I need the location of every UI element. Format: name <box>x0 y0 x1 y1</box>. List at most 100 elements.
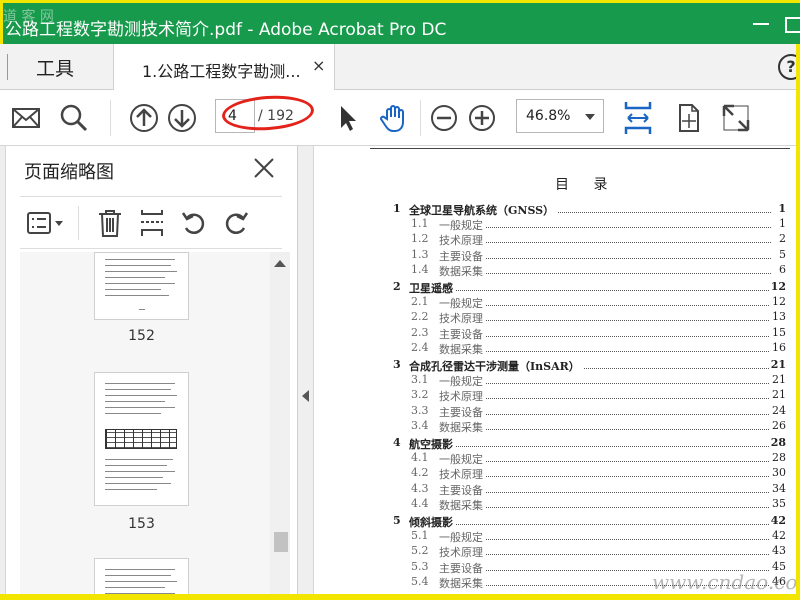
toc-section-row[interactable]: 4.2 技术原理 30 <box>315 466 800 483</box>
toc-number: 2.3 <box>411 325 429 339</box>
toc-section-row[interactable]: 5.1 一般规定 42 <box>315 529 800 546</box>
sidebar-collapse-handle[interactable] <box>298 146 314 600</box>
toc-leader-dots <box>439 398 771 400</box>
frame-border-bottom <box>0 594 800 600</box>
toc-number: 5 <box>393 514 401 527</box>
toc-page: 12 <box>770 295 786 309</box>
toc-chapter-row[interactable]: 3 合成孔径雷达干涉测量（InSAR） 21 <box>315 358 800 374</box>
cursor-arrow-icon[interactable] <box>332 102 364 134</box>
toc-number: 1.2 <box>411 232 429 246</box>
toc-leader-dots <box>409 290 771 291</box>
scroll-up-icon[interactable] <box>274 260 286 267</box>
thumbnail-list: 152 153 <box>20 252 270 600</box>
toc-section-row[interactable]: 2.1 一般规定 12 <box>315 295 800 312</box>
fullscreen-icon[interactable] <box>720 102 752 134</box>
toc-text: 技术原理 <box>439 466 486 483</box>
toc-leader-dots <box>439 227 771 229</box>
zoom-select[interactable]: 46.8% <box>516 99 604 133</box>
toc-number: 3 <box>393 358 401 371</box>
scroll-thumb[interactable] <box>274 532 288 552</box>
toc-leader-dots <box>439 491 771 493</box>
toc-number: 4 <box>393 436 401 449</box>
toc-section-row[interactable]: 2.4 数据采集 16 <box>315 340 800 357</box>
toc-section-row[interactable]: 1.4 数据采集 6 <box>315 262 800 279</box>
toc-text: 技术原理 <box>439 232 486 249</box>
toc-section-row[interactable]: 1.3 主要设备 5 <box>315 247 800 264</box>
app-window: 道 客 网 公路工程数字勘测技术简介.pdf - Adobe Acrobat P… <box>0 0 800 600</box>
toc-section-row[interactable]: 2.2 技术原理 13 <box>315 310 800 327</box>
toc-chapter-row[interactable]: 5 倾斜摄影 42 <box>315 514 800 530</box>
zoom-out-icon[interactable] <box>428 102 460 134</box>
arrow-up-circle-icon[interactable] <box>128 102 160 134</box>
toc-text: 技术原理 <box>439 544 486 561</box>
tab-bar: 工具 1.公路工程数字勘测... × ? <box>0 44 800 90</box>
toc-page: 43 <box>770 544 786 558</box>
toc-page: 28 <box>768 436 786 449</box>
toc-section-row[interactable]: 3.4 数据采集 26 <box>315 418 800 435</box>
sidebar-divider <box>20 196 282 197</box>
toc-leader-dots <box>439 554 771 556</box>
toc-number: 3.4 <box>411 418 429 432</box>
sidebar-scrollbar[interactable] <box>270 252 290 600</box>
toc-section-row[interactable]: 4.3 主要设备 34 <box>315 481 800 498</box>
toc-text: 卫星遥感 <box>409 280 456 296</box>
minimize-button[interactable] <box>751 13 771 33</box>
toc-section-row[interactable]: 2.3 主要设备 15 <box>315 325 800 342</box>
sidebar-title: 页面缩略图 <box>24 162 114 183</box>
sidebar-divider <box>20 248 282 249</box>
toc-leader-dots <box>439 461 771 463</box>
toc-text: 主要设备 <box>439 325 486 342</box>
toc-section-row[interactable]: 3.3 主要设备 24 <box>315 403 800 420</box>
toc-number: 1.4 <box>411 262 429 276</box>
toc-section-row[interactable]: 5.2 技术原理 43 <box>315 544 800 561</box>
toc-leader-dots <box>439 272 771 274</box>
tab-home-edge[interactable] <box>0 54 8 80</box>
thumbnail-label: 152 <box>128 328 155 344</box>
page-thumbnail-152[interactable] <box>94 252 189 320</box>
trash-icon[interactable] <box>96 208 124 238</box>
toc-text: 主要设备 <box>439 247 486 264</box>
maximize-button[interactable] <box>783 11 800 33</box>
toc-section-row[interactable]: 4.1 一般规定 28 <box>315 451 800 468</box>
rotate-counterclockwise-icon[interactable] <box>180 208 208 238</box>
toc-page: 21 <box>770 388 786 402</box>
toc-text: 全球卫星导航系统（GNSS） <box>409 202 558 218</box>
toc-number: 3.2 <box>411 388 429 402</box>
toc-page: 1 <box>776 202 786 215</box>
toc-text: 数据采集 <box>439 340 486 357</box>
thumbnail-options-icon[interactable] <box>26 210 66 236</box>
title-bar: 道 客 网 公路工程数字勘测技术简介.pdf - Adobe Acrobat P… <box>0 0 800 44</box>
toc-section-row[interactable]: 3.1 一般规定 21 <box>315 373 800 390</box>
toc-section-row[interactable]: 1.1 一般规定 1 <box>315 217 800 234</box>
tab-close-icon[interactable]: × <box>312 56 325 75</box>
rotate-clockwise-icon[interactable] <box>222 208 250 238</box>
tab-document[interactable]: 1.公路工程数字勘测... × <box>113 44 335 90</box>
toc-number: 4.1 <box>411 451 429 465</box>
arrow-down-circle-icon[interactable] <box>166 102 198 134</box>
toolbar-divider <box>420 100 421 136</box>
page-rotate-icon[interactable] <box>672 102 704 134</box>
toc-section-row[interactable]: 3.2 技术原理 21 <box>315 388 800 405</box>
hand-icon[interactable] <box>378 102 410 134</box>
close-icon[interactable] <box>252 156 276 180</box>
toc-page: 1 <box>777 217 786 231</box>
toc-chapter-row[interactable]: 4 航空摄影 28 <box>315 436 800 452</box>
toc-section-row[interactable]: 1.2 技术原理 2 <box>315 232 800 249</box>
toc-page: 26 <box>770 418 786 432</box>
toc-section-row[interactable]: 4.4 数据采集 35 <box>315 496 800 513</box>
toc-chapter-row[interactable]: 2 卫星遥感 12 <box>315 280 800 296</box>
tab-tools[interactable]: 工具 <box>36 54 74 81</box>
toc-number: 2.2 <box>411 310 429 324</box>
chevron-left-icon[interactable] <box>302 390 309 402</box>
zoom-in-icon[interactable] <box>466 102 498 134</box>
extract-pages-icon[interactable] <box>138 208 166 238</box>
fit-width-icon[interactable] <box>622 100 654 136</box>
zoom-value: 46.8% <box>526 108 571 124</box>
search-icon[interactable] <box>58 102 90 134</box>
toc-chapter-row[interactable]: 1 全球卫星导航系统（GNSS） 1 <box>315 202 800 218</box>
watermark-bottom-right: www.cndao.com <box>652 570 800 594</box>
toc-number: 1.1 <box>411 217 429 231</box>
mail-icon[interactable] <box>10 102 42 134</box>
toc-number: 5.1 <box>411 529 429 543</box>
page-thumbnail-153[interactable] <box>94 372 189 506</box>
